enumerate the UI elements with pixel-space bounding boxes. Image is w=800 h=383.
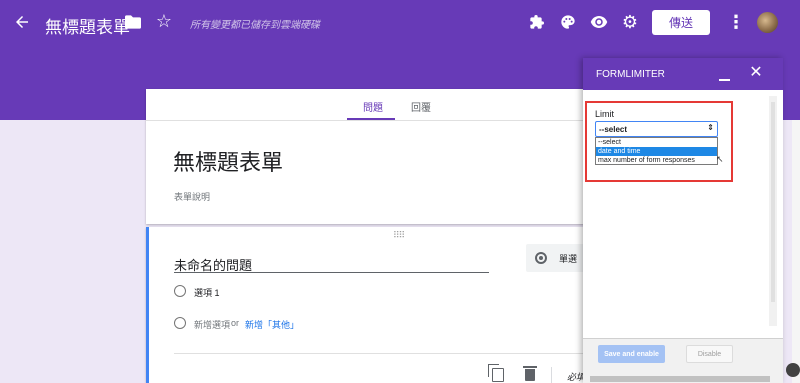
add-other-link[interactable]: 新增「其他」 (245, 318, 299, 331)
add-option-link[interactable]: 新增選項 (194, 318, 230, 331)
question-card[interactable]: ⠿⠿ 未命名的問題 單選 選項 1 新增選項 or 新增「其他」 必填 (146, 227, 604, 383)
or-text: or (231, 318, 240, 328)
palette-icon[interactable] (557, 11, 579, 33)
avatar[interactable] (757, 12, 778, 33)
mouse-cursor-icon: ↖ (716, 154, 724, 164)
help-icon[interactable] (786, 363, 800, 377)
card-divider (174, 353, 604, 354)
limit-dropdown-list: --select date and time max number of for… (595, 137, 718, 165)
question-type-label: 單選 (559, 254, 578, 264)
gear-icon[interactable]: ⚙ (619, 11, 641, 33)
panel-header: FORMLIMITER ✕ (583, 58, 783, 90)
panel-horizontal-scrollbar[interactable] (590, 376, 770, 382)
drag-handle-icon[interactable]: ⠿⠿ (393, 230, 405, 241)
disable-button[interactable]: Disable (686, 345, 733, 363)
addon-icon[interactable] (526, 11, 548, 33)
dropdown-option[interactable]: max number of form responses (596, 156, 717, 165)
form-title[interactable]: 無標題表單 (173, 145, 283, 177)
formlimiter-panel: FORMLIMITER ✕ Limit --select ⇕ --select … (583, 58, 783, 383)
tab-responses[interactable]: 回覆 (411, 99, 431, 114)
form-description[interactable]: 表單說明 (174, 190, 210, 203)
dropdown-option-highlighted[interactable]: date and time (596, 147, 717, 156)
panel-title: FORMLIMITER (596, 69, 665, 80)
tab-divider (146, 120, 601, 121)
star-icon[interactable]: ☆ (153, 10, 175, 32)
option-1-input[interactable]: 選項 1 (194, 286, 220, 299)
save-and-enable-button[interactable]: Save and enable (598, 345, 665, 363)
select-arrow-icon: ⇕ (707, 123, 714, 132)
question-title-input[interactable]: 未命名的問題 (174, 255, 489, 273)
send-button[interactable]: 傳送 (652, 10, 710, 35)
dropdown-option[interactable]: --select (596, 138, 717, 147)
top-bar: 無標題表單 ☆ 所有變更都已儲存到雲端硬碟 ⚙ 傳送 ⋮ (0, 0, 800, 46)
back-arrow-icon[interactable] (10, 10, 34, 34)
minimize-icon[interactable] (719, 79, 730, 81)
duplicate-icon[interactable] (488, 364, 504, 382)
add-option-radio-icon (174, 317, 186, 329)
form-header-card: 問題 回覆 無標題表單 表單說明 (146, 89, 601, 224)
tab-questions[interactable]: 問題 (363, 99, 383, 114)
folder-icon[interactable] (122, 11, 144, 33)
limit-label: Limit (595, 109, 615, 119)
footer-divider (551, 367, 552, 383)
panel-scrollbar-thumb[interactable] (771, 102, 775, 302)
more-vert-icon[interactable]: ⋮ (726, 11, 746, 33)
delete-icon[interactable] (523, 366, 537, 381)
page-scrollbar[interactable] (792, 120, 800, 383)
limit-select-value: --select (599, 125, 628, 134)
radio-button-icon (535, 252, 547, 264)
option-radio-icon (174, 285, 186, 297)
close-icon[interactable]: ✕ (747, 64, 765, 82)
save-status: 所有變更都已儲存到雲端硬碟 (190, 20, 320, 31)
document-title[interactable]: 無標題表單 (45, 13, 130, 38)
limit-select[interactable]: --select ⇕ (595, 121, 718, 137)
preview-eye-icon[interactable] (588, 11, 610, 33)
